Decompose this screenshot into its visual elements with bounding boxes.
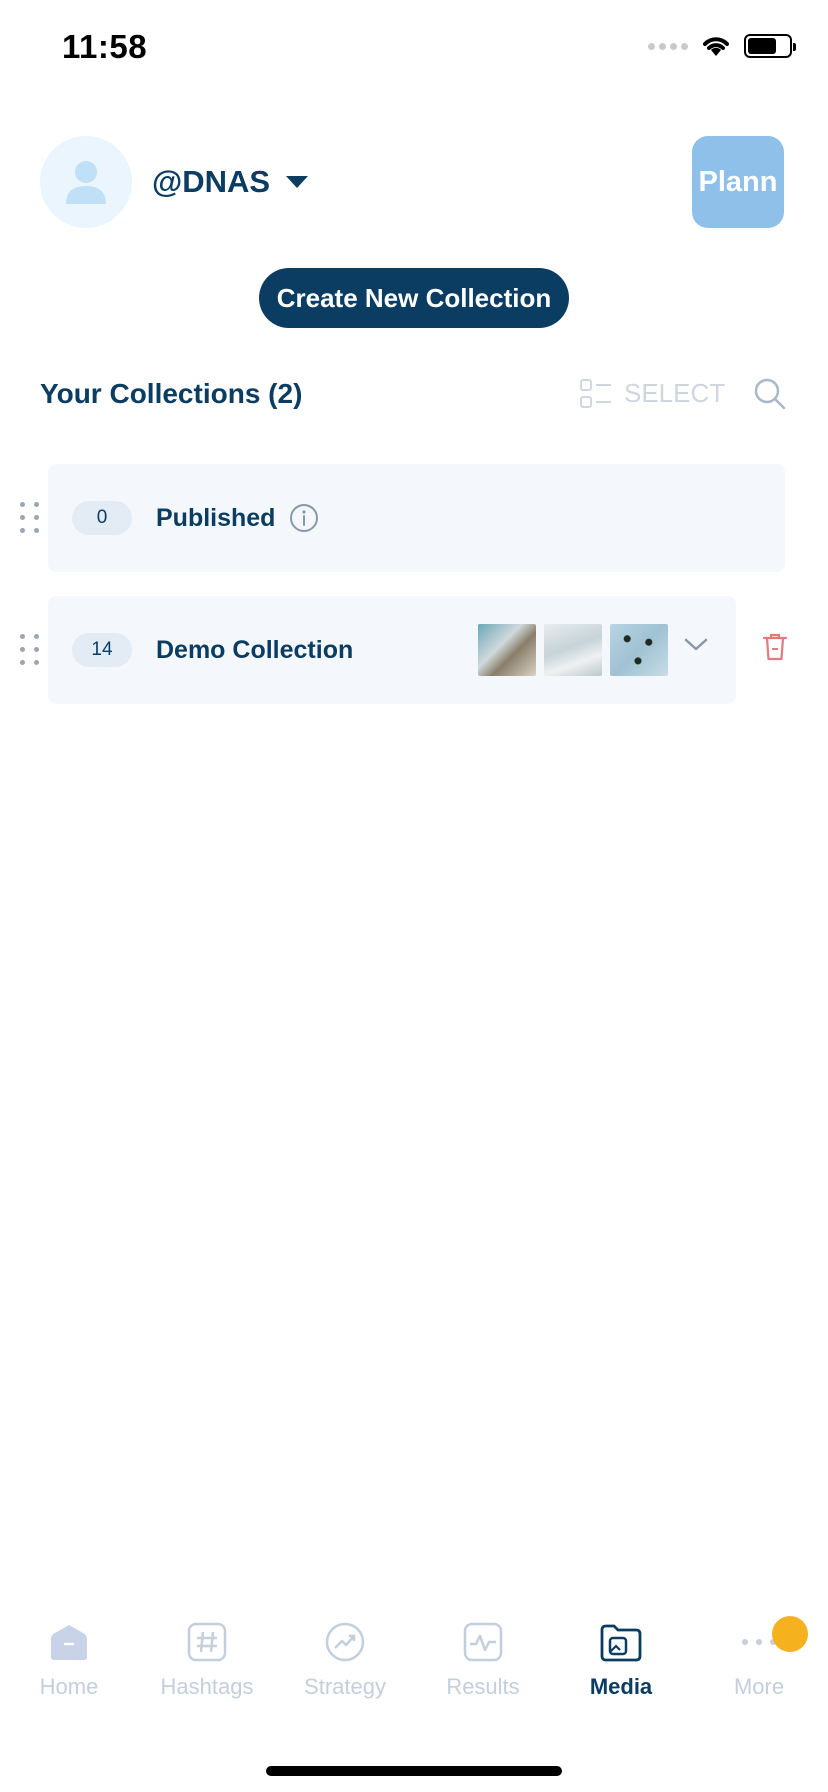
strategy-icon — [325, 1622, 365, 1662]
collection-count: 0 — [72, 501, 132, 535]
info-button[interactable] — [289, 503, 319, 533]
chevron-down-icon — [684, 638, 708, 651]
thumbnail-image — [544, 624, 602, 676]
account-switcher[interactable]: @DNAS — [152, 164, 309, 200]
tab-label: Hashtags — [160, 1674, 254, 1699]
thumbnail-image — [610, 624, 668, 676]
tab-bar: Home Hashtags Strategy Results Media Mor… — [0, 1616, 828, 1730]
select-label: SELECT — [624, 378, 726, 408]
select-list-icon — [580, 378, 611, 408]
collection-row-published[interactable]: 0 Published — [48, 464, 785, 572]
account-name: @DNAS — [152, 164, 271, 199]
search-icon — [754, 378, 786, 410]
drag-handle-icon[interactable] — [20, 502, 40, 533]
home-icon — [51, 1625, 87, 1660]
collection-name: Demo Collection — [156, 635, 354, 664]
notification-badge — [772, 1616, 808, 1652]
tab-label: More — [733, 1674, 785, 1699]
status-time: 11:58 — [62, 28, 148, 65]
battery-icon — [744, 34, 796, 58]
info-icon — [290, 504, 319, 532]
results-icon — [463, 1622, 503, 1662]
trash-icon — [762, 633, 788, 661]
select-button[interactable]: SELECT — [580, 378, 725, 409]
caret-down-icon — [286, 176, 309, 188]
tab-hashtags[interactable]: Hashtags — [138, 1620, 276, 1730]
collections-title: Your Collections (2) — [40, 378, 303, 409]
tab-more[interactable]: More — [690, 1616, 828, 1730]
tab-label: Home — [39, 1674, 99, 1699]
collection-count: 14 — [72, 633, 132, 667]
collection-row-demo[interactable]: 14 Demo Collection — [48, 596, 736, 704]
drag-handle-icon[interactable] — [20, 634, 40, 665]
tab-home[interactable]: Home — [0, 1620, 138, 1730]
status-icons — [648, 34, 796, 58]
tab-results[interactable]: Results — [414, 1620, 552, 1730]
tab-strategy[interactable]: Strategy — [276, 1620, 414, 1730]
expand-button[interactable] — [684, 638, 708, 657]
tab-label: Media — [589, 1674, 653, 1699]
search-button[interactable] — [754, 378, 786, 415]
avatar[interactable] — [40, 136, 132, 228]
wifi-icon — [703, 37, 729, 56]
user-icon — [66, 161, 106, 204]
media-icon — [600, 1624, 642, 1662]
hashtag-icon — [187, 1622, 227, 1662]
thumbnail-image — [478, 624, 536, 676]
create-collection-button[interactable]: Create New Collection — [259, 268, 569, 328]
collection-name: Published — [156, 503, 276, 532]
screen: 11:58 @DNAS Plann Create New Collection … — [0, 0, 828, 1792]
tab-label: Results — [446, 1674, 520, 1699]
plann-button[interactable]: Plann — [692, 136, 784, 228]
tab-media[interactable]: Media — [552, 1620, 690, 1730]
tab-label: Strategy — [304, 1674, 386, 1699]
home-indicator[interactable] — [266, 1766, 562, 1776]
delete-collection-button[interactable] — [762, 632, 788, 667]
collection-thumbnails — [478, 624, 668, 676]
signal-icon — [648, 42, 688, 50]
